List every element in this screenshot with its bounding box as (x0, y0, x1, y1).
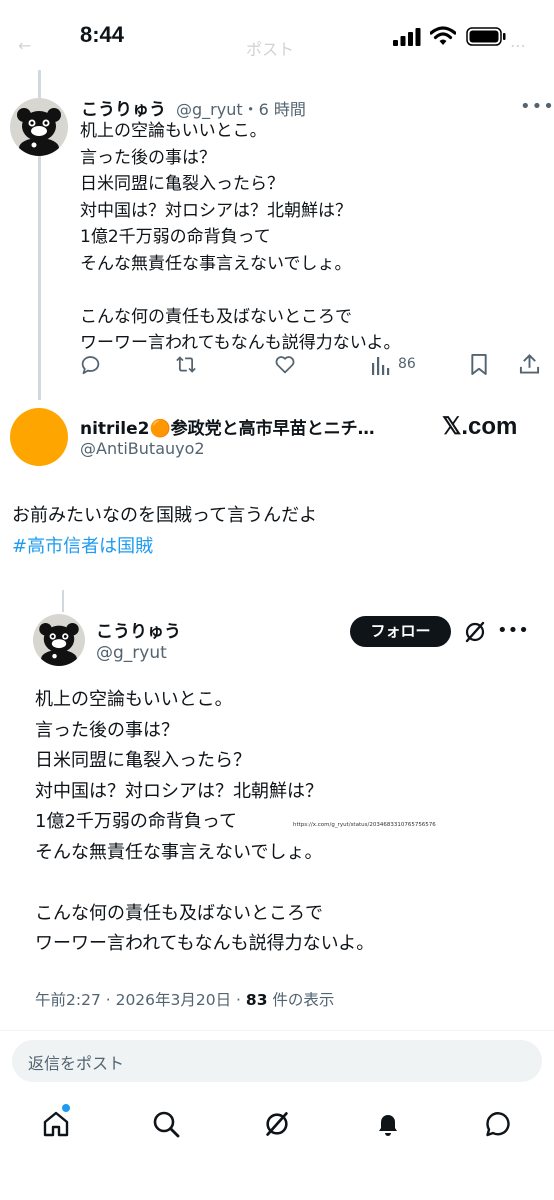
wifi-icon (430, 26, 456, 45)
follow-button[interactable]: フォロー (350, 616, 451, 647)
avatar[interactable] (33, 614, 85, 666)
card-author-handle[interactable]: @AntiButauyo2 (80, 439, 205, 458)
share-icon[interactable] (519, 353, 540, 375)
avatar[interactable] (10, 98, 68, 156)
home-icon[interactable] (42, 1110, 70, 1138)
hashtag-link[interactable]: #高市信者は国賊 (12, 532, 153, 558)
grok-icon[interactable] (263, 1110, 291, 1138)
quote-body: 机上の空論もいいとこ。 言った後の事は？ 日米同盟に亀裂入ったら？ 対中国は？対… (35, 689, 375, 954)
status-time: 8:44 (80, 22, 125, 47)
search-icon[interactable] (152, 1110, 180, 1138)
back-arrow-icon[interactable]: ← (18, 36, 31, 55)
battery-icon (466, 27, 506, 46)
repost-icon[interactable] (175, 354, 197, 375)
avatar[interactable] (10, 408, 68, 466)
quote-author-name[interactable]: こうりゅう (96, 617, 181, 642)
options-faded-icon: ⋯ (510, 36, 526, 55)
signal-icon (393, 28, 421, 46)
reply-placeholder: 返信をポスト (28, 1054, 125, 1073)
reply-text: お前みたいなのを国賊って言うんだよ (12, 505, 318, 526)
author-name[interactable]: こうりゅう (81, 95, 166, 120)
divider (0, 1030, 554, 1031)
views-count: 86 (398, 356, 416, 372)
timestamp: 午前2:27 · 2026年3月20日 · (35, 991, 246, 1009)
post-url: https://x.com/g_ryut/status/203468331076… (293, 822, 436, 828)
more-icon[interactable]: ••• (520, 96, 554, 117)
like-icon[interactable] (274, 354, 296, 375)
notification-dot (62, 1104, 70, 1112)
thread-line (62, 590, 64, 612)
page-title: ポスト (246, 40, 295, 59)
bell-icon[interactable] (374, 1110, 402, 1138)
author-handle[interactable]: @g_ryut・6 時間 (176, 96, 306, 120)
views-icon[interactable] (371, 355, 391, 375)
grok-icon[interactable] (463, 620, 487, 644)
view-count: 83 (245, 991, 268, 1009)
x-logo: 𝕏.com (442, 413, 518, 440)
messages-icon[interactable] (484, 1110, 512, 1138)
view-suffix: 件の表示 (267, 991, 335, 1009)
quote-author-handle[interactable]: @g_ryut (96, 643, 167, 663)
bookmark-icon[interactable] (470, 354, 488, 375)
card-author-name[interactable]: nitrile2🟠参政党と高市早苗とニチ… (80, 414, 375, 439)
more-icon[interactable]: ••• (497, 620, 529, 641)
post-body: 机上の空論もいいとこ。 言った後の事は？ 日米同盟に亀裂入ったら？ 対中国は？対… (80, 121, 401, 353)
reply-icon[interactable] (80, 354, 101, 375)
post-meta: 午前2:27 · 2026年3月20日 · 83 件の表示 (35, 988, 334, 1010)
